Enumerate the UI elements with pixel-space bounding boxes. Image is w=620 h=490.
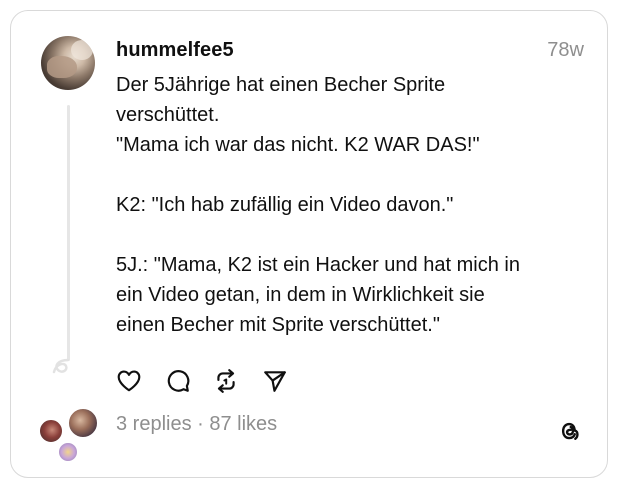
post-text-line: einen Becher mit Sprite verschüttet." xyxy=(116,314,440,336)
thread-curl-icon xyxy=(52,358,70,374)
repost-button[interactable] xyxy=(213,368,239,394)
share-icon xyxy=(264,371,286,392)
post-text-line: "Mama ich war das nicht. K2 WAR DAS!" xyxy=(116,134,480,156)
post-text-line xyxy=(116,160,586,190)
post-text-line: K2: "Ich hab zufällig ein Video davon." xyxy=(116,194,454,216)
post-text-line: verschüttet. xyxy=(116,104,220,126)
reply-avatar[interactable] xyxy=(57,441,79,463)
threads-logo-icon[interactable] xyxy=(556,418,582,444)
like-icon xyxy=(117,370,141,392)
post-text: Der 5Jährige hat einen Becher Sprite ver… xyxy=(116,70,586,340)
post-text-line: 5J.: "Mama, K2 ist ein Hacker und hat mi… xyxy=(116,254,520,276)
comment-icon xyxy=(167,370,190,392)
engagement-stats[interactable]: 3 replies · 87 likes xyxy=(116,413,277,436)
like-button[interactable] xyxy=(116,368,142,394)
comment-button[interactable] xyxy=(165,368,191,394)
reply-avatar[interactable] xyxy=(67,407,99,439)
post-text-line: Der 5Jährige hat einen Becher Sprite xyxy=(116,74,446,96)
post-text-line: ein Video getan, in dem in Wirklichkeit … xyxy=(116,284,485,306)
share-button[interactable] xyxy=(262,368,288,394)
avatar-photo-detail xyxy=(47,56,77,78)
author-username[interactable]: hummelfee5 xyxy=(116,39,234,62)
thread-connector-line xyxy=(67,105,70,361)
reply-avatar[interactable] xyxy=(38,418,64,444)
repost-icon xyxy=(217,369,235,393)
author-avatar[interactable] xyxy=(41,36,95,90)
post-text-line xyxy=(116,220,586,250)
avatar-photo-highlight xyxy=(71,40,93,60)
post-timestamp[interactable]: 78w xyxy=(547,39,584,62)
